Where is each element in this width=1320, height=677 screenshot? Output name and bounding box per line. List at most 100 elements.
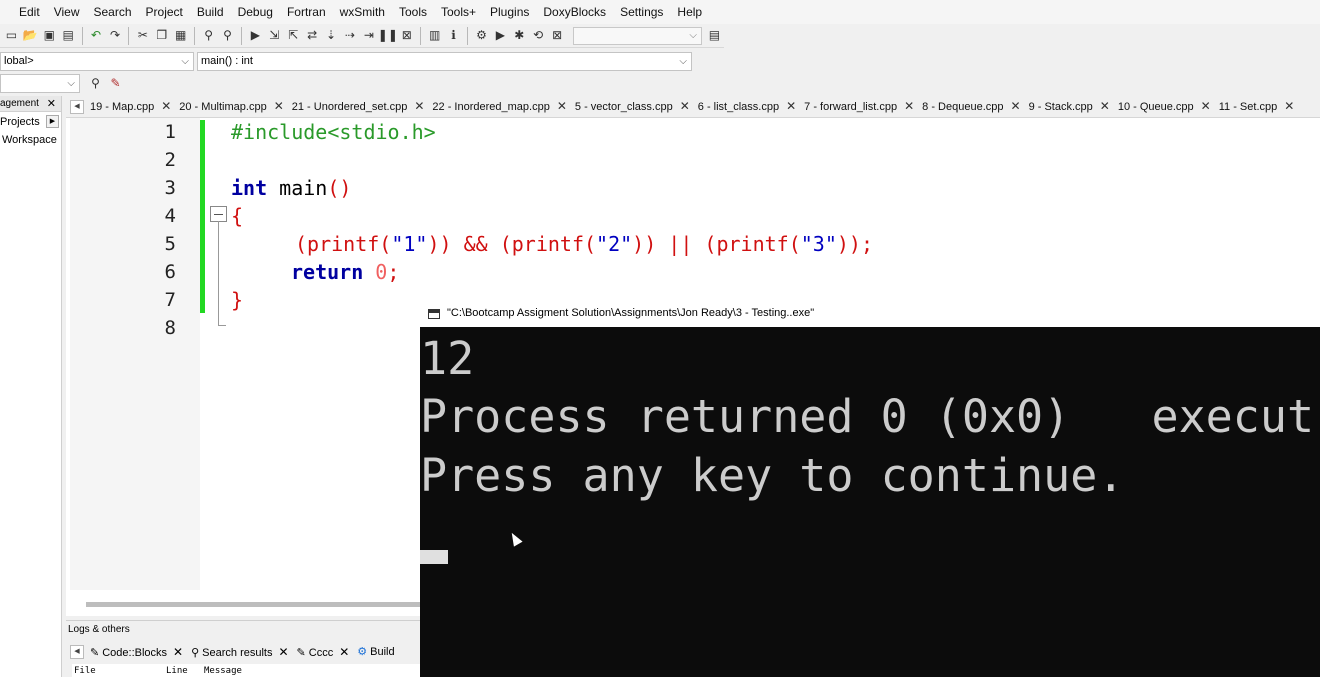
console-title-bar[interactable]: "C:\Bootcamp Assigment Solution\Assignme… (420, 300, 1320, 327)
close-icon[interactable]: ✕ (680, 99, 690, 113)
replace-icon[interactable]: ⚲ (219, 27, 236, 44)
menu-help[interactable]: Help (670, 0, 709, 24)
tab-file[interactable]: 22 - Inordered_map.cpp ✕ (428, 96, 570, 117)
menu-settings[interactable]: Settings (613, 0, 670, 24)
menu-doxyblocks[interactable]: DoxyBlocks (536, 0, 613, 24)
step-into-icon[interactable]: ⇲ (266, 27, 283, 44)
new-file-icon[interactable]: ▭ (3, 27, 20, 44)
menu-plugins[interactable]: Plugins (483, 0, 536, 24)
debug-windows-icon[interactable]: ▥ (426, 27, 443, 44)
menu-build[interactable]: Build (190, 0, 231, 24)
close-icon[interactable]: ✕ (47, 96, 56, 112)
tab-file[interactable]: 19 - Map.cpp ✕ (86, 96, 175, 117)
tab-file[interactable]: 9 - Stack.cpp ✕ (1025, 96, 1114, 117)
close-icon[interactable]: ✕ (1284, 99, 1294, 113)
workspace-tree-item[interactable]: Workspace (0, 132, 61, 149)
tab-projects[interactable]: Projects (0, 116, 40, 128)
code-line-5[interactable]: (printf("1")) && (printf("2")) || (print… (295, 230, 873, 258)
stop-icon[interactable]: ⊠ (398, 27, 415, 44)
tab-file[interactable]: 20 - Multimap.cpp ✕ (175, 96, 288, 117)
tab-build[interactable]: ⚙ Build (353, 641, 398, 663)
tab-cccc[interactable]: ✎ Cccc ✕ (293, 641, 354, 663)
close-icon[interactable]: ✕ (1100, 99, 1110, 113)
menu-tools[interactable]: Tools (392, 0, 434, 24)
tab-file[interactable]: 21 - Unordered_set.cpp ✕ (288, 96, 429, 117)
code-line-3[interactable]: int main() (231, 174, 351, 202)
open-icon[interactable]: 📂 (22, 27, 39, 44)
tab-file[interactable]: 7 - forward_list.cpp ✕ (800, 96, 918, 117)
close-icon[interactable]: ✕ (786, 99, 796, 113)
tab-label: 21 - Unordered_set.cpp (291, 101, 408, 113)
redo-icon[interactable]: ↷ (107, 27, 124, 44)
menu-edit[interactable]: Edit (12, 0, 47, 24)
tab-codeblocks-log[interactable]: ✎ Code::Blocks ✕ (86, 641, 187, 663)
fold-collapse-icon[interactable] (210, 206, 227, 222)
close-icon[interactable]: ✕ (278, 645, 288, 659)
code-line-7[interactable]: } (231, 286, 243, 314)
code-token: (printf( (295, 232, 392, 256)
tab-label: 6 - list_class.cpp (697, 101, 780, 113)
close-icon[interactable]: ✕ (161, 99, 171, 113)
step-out-icon[interactable]: ⇄ (304, 27, 321, 44)
column-header-file[interactable]: File (72, 664, 166, 677)
tab-file[interactable]: 8 - Dequeue.cpp ✕ (918, 96, 1024, 117)
close-icon[interactable]: ✕ (557, 99, 567, 113)
undo-icon[interactable]: ↶ (88, 27, 105, 44)
play-icon[interactable]: ▶ (492, 27, 509, 44)
menu-search[interactable]: Search (86, 0, 138, 24)
symbol-search-input[interactable]: ⌵ (0, 74, 80, 93)
close-icon[interactable]: ✕ (339, 645, 349, 659)
console-window[interactable]: "C:\Bootcamp Assigment Solution\Assignme… (420, 300, 1320, 677)
horizontal-scrollbar[interactable] (86, 602, 426, 607)
code-line-1[interactable]: #include<stdio.h> (231, 118, 436, 146)
scope-select[interactable]: lobal> ⌵ (0, 52, 194, 71)
code-line-6[interactable]: return 0; (291, 258, 399, 286)
code-line-4[interactable]: { (231, 202, 243, 230)
close-icon[interactable]: ✕ (1011, 99, 1021, 113)
save-all-icon[interactable]: ▤ (60, 27, 77, 44)
tab-file[interactable]: 11 - Set.cpp ✕ (1215, 96, 1299, 117)
pause-icon[interactable]: ❚❚ (378, 27, 398, 44)
menu-project[interactable]: Project (139, 0, 190, 24)
target-options-icon[interactable]: ▤ (706, 27, 723, 44)
find-icon[interactable]: ⚲ (200, 27, 217, 44)
break-icon[interactable]: ⇥ (360, 27, 377, 44)
cut-icon[interactable]: ✂ (134, 27, 151, 44)
menu-debug[interactable]: Debug (231, 0, 280, 24)
paste-icon[interactable]: ▦ (172, 27, 189, 44)
tab-scroll-left-icon[interactable]: ◀ (70, 99, 84, 114)
search-icon[interactable]: ⚲ (87, 75, 104, 92)
tab-file[interactable]: 6 - list_class.cpp ✕ (694, 96, 800, 117)
abort-icon[interactable]: ⊠ (549, 27, 566, 44)
next-line-icon[interactable]: ⇣ (323, 27, 340, 44)
line-number: 4 (164, 205, 176, 227)
info-icon[interactable]: ℹ (445, 27, 462, 44)
close-icon[interactable]: ✕ (414, 99, 424, 113)
tab-search-results[interactable]: ⚲ Search results ✕ (187, 641, 292, 663)
function-select[interactable]: main() : int ⌵ (197, 52, 692, 71)
tab-file[interactable]: 10 - Queue.cpp ✕ (1114, 96, 1215, 117)
close-icon[interactable]: ✕ (173, 645, 183, 659)
tab-scroll-right-icon[interactable]: ▶ (46, 115, 59, 128)
gear-icon[interactable]: ⚙ (473, 27, 490, 44)
menu-tools-plus[interactable]: Tools+ (434, 0, 483, 24)
tab-file[interactable]: 5 - vector_class.cpp ✕ (571, 96, 694, 117)
tools-icon[interactable]: ✎ (107, 75, 124, 92)
rebuild-icon[interactable]: ⟲ (530, 27, 547, 44)
copy-icon[interactable]: ❐ (153, 27, 170, 44)
menu-view[interactable]: View (47, 0, 87, 24)
build-icon[interactable]: ✱ (511, 27, 528, 44)
close-icon[interactable]: ✕ (1201, 99, 1211, 113)
close-icon[interactable]: ✕ (904, 99, 914, 113)
build-target-select[interactable] (572, 26, 702, 45)
tab-scroll-left-icon[interactable]: ◀ (70, 645, 84, 659)
menu-wxsmith[interactable]: wxSmith (333, 0, 392, 24)
run-icon[interactable]: ▶ (247, 27, 264, 44)
save-icon[interactable]: ▣ (41, 27, 58, 44)
step-over-icon[interactable]: ⇱ (285, 27, 302, 44)
column-header-message[interactable]: Message (204, 664, 242, 677)
column-header-line[interactable]: Line (166, 664, 204, 677)
menu-fortran[interactable]: Fortran (280, 0, 333, 24)
close-icon[interactable]: ✕ (274, 99, 284, 113)
run-to-cursor-icon[interactable]: ⇢ (342, 27, 359, 44)
